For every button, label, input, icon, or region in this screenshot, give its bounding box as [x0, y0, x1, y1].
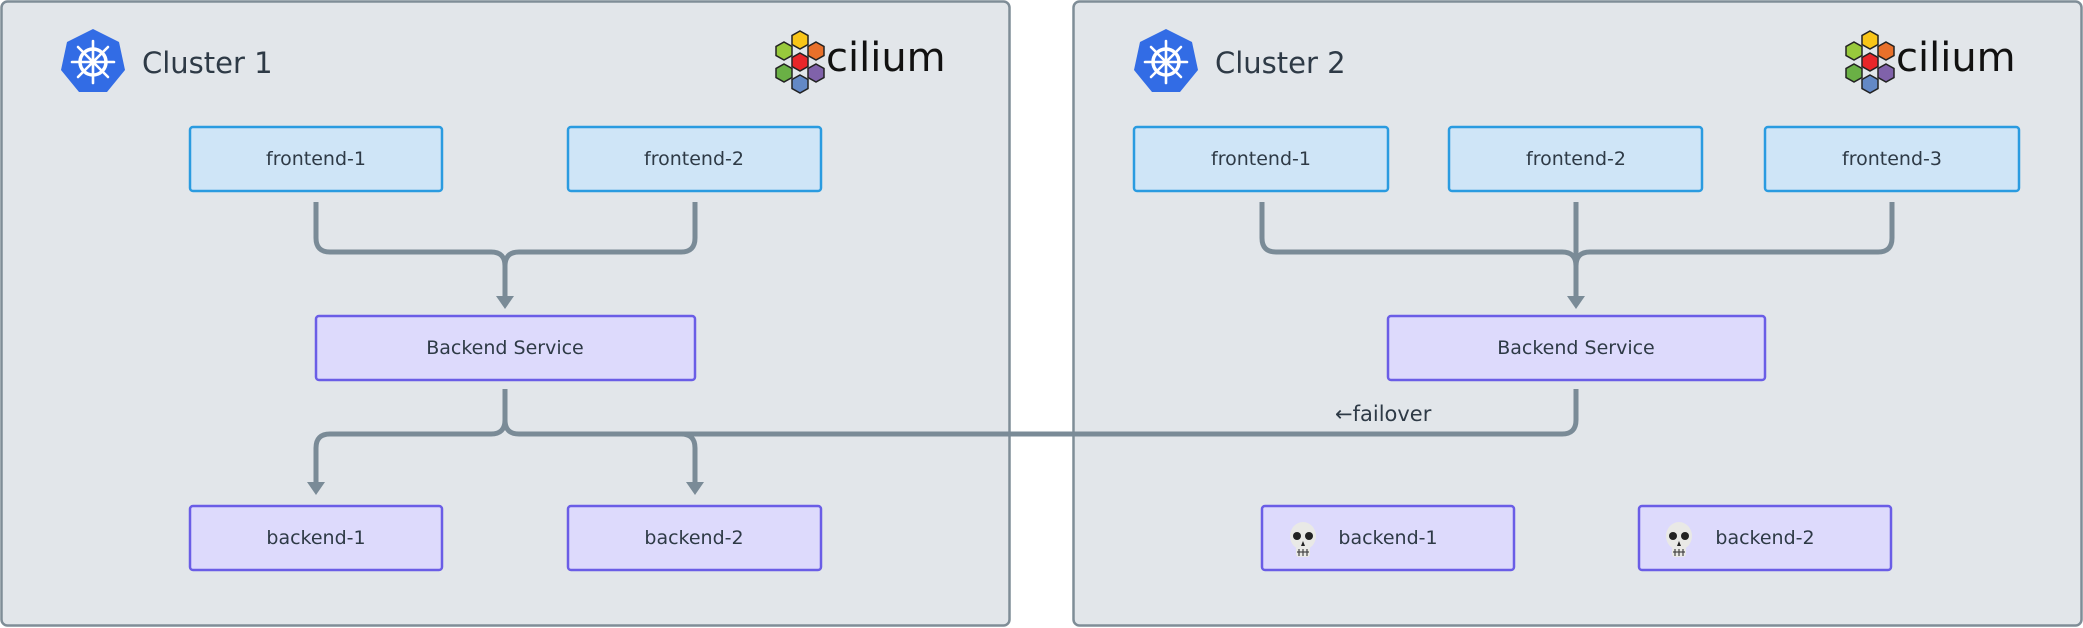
- svg-text:cilium: cilium: [826, 35, 946, 81]
- backend-service-label: Backend Service: [1497, 337, 1655, 359]
- diagram: Cluster 1 cilium frontend-1 frontend-2 B…: [0, 0, 2083, 627]
- backend-label: backend-2: [1715, 527, 1814, 549]
- frontend-label: frontend-3: [1842, 148, 1942, 170]
- backend-label: backend-2: [644, 527, 743, 549]
- cluster-1-container: [0, 0, 1011, 627]
- cluster-1: Cluster 1 cilium frontend-1 frontend-2 B…: [0, 0, 1011, 627]
- cluster-title: Cluster 2: [1215, 46, 1346, 80]
- frontend-label: frontend-1: [266, 148, 366, 170]
- failover-label: ←failover: [1335, 402, 1432, 426]
- frontend-label: frontend-2: [644, 148, 744, 170]
- backend-label: backend-1: [1338, 527, 1437, 549]
- frontend-label: frontend-1: [1211, 148, 1311, 170]
- svg-text:cilium: cilium: [1896, 35, 2016, 81]
- cluster-2: Cluster 2 cilium frontend-1 frontend-2 f…: [1072, 0, 2083, 627]
- backend-label: backend-1: [266, 527, 365, 549]
- cluster-2-container: [1072, 0, 2083, 627]
- cluster-title: Cluster 1: [142, 46, 273, 80]
- backend-service-label: Backend Service: [426, 337, 584, 359]
- frontend-label: frontend-2: [1526, 148, 1626, 170]
